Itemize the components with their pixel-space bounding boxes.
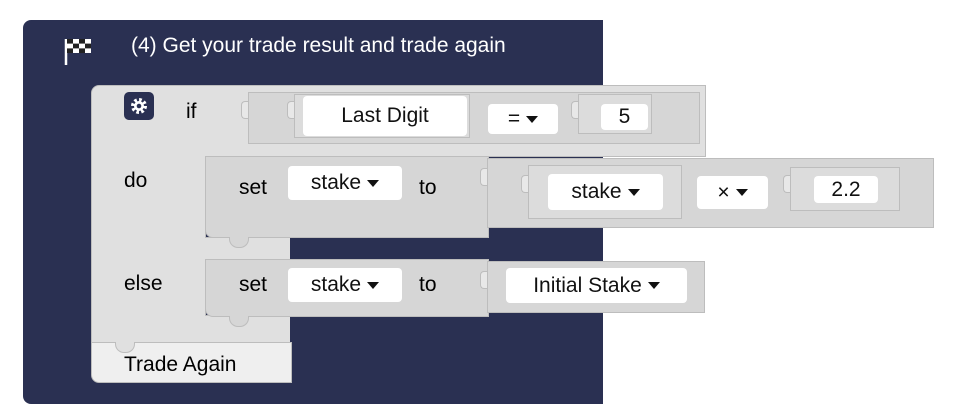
- if-else-block-spine: [91, 156, 206, 346]
- set-label: set: [239, 273, 268, 296]
- chevron-down-icon: [647, 282, 660, 289]
- stake-variable-dropdown[interactable]: stake: [548, 174, 663, 210]
- to-label: to: [419, 176, 437, 199]
- chevron-down-icon: [526, 115, 539, 123]
- set-label: set: [239, 176, 268, 199]
- checkered-flag-icon: [63, 36, 95, 66]
- math-operator-dropdown[interactable]: ×: [697, 176, 768, 209]
- if-label: if: [186, 100, 197, 123]
- operator-dropdown[interactable]: =: [488, 104, 558, 134]
- do-label: do: [124, 169, 148, 192]
- initial-stake-dropdown[interactable]: Initial Stake: [506, 268, 687, 303]
- chevron-down-icon: [627, 188, 640, 196]
- last-digit-label: Last Digit: [303, 96, 467, 136]
- trade-again-label: Trade Again: [124, 353, 237, 376]
- multiplier-input[interactable]: 2.2: [814, 176, 878, 203]
- gear-icon[interactable]: [124, 92, 154, 120]
- number-input[interactable]: 5: [601, 104, 648, 130]
- else-label: else: [124, 272, 163, 295]
- chevron-down-icon: [367, 281, 380, 289]
- chevron-down-icon: [367, 179, 380, 187]
- variable-dropdown[interactable]: stake: [288, 268, 402, 302]
- chevron-down-icon: [735, 189, 748, 196]
- block-title: (4) Get your trade result and trade agai…: [131, 34, 506, 57]
- to-label: to: [419, 273, 437, 296]
- variable-dropdown[interactable]: stake: [288, 166, 402, 200]
